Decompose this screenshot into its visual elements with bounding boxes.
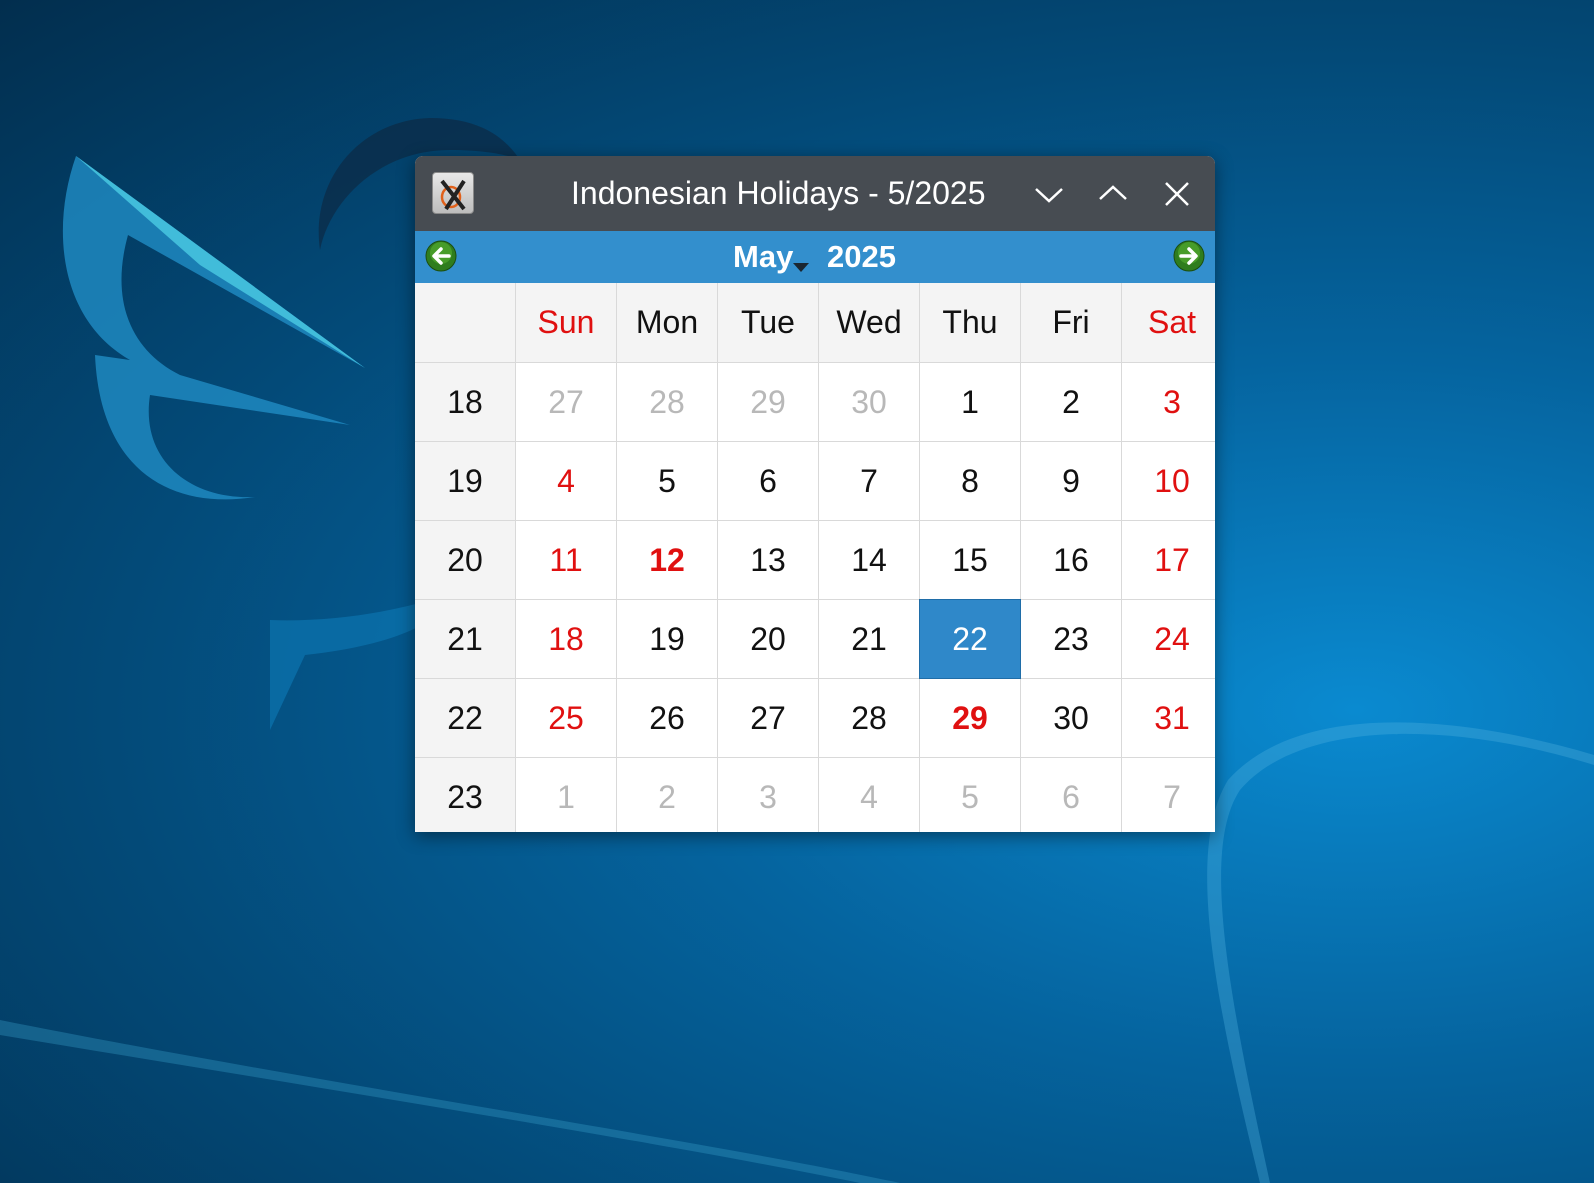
day-cell-other-month[interactable]: 28 xyxy=(617,363,717,441)
day-cell-holiday[interactable]: 12 xyxy=(617,521,717,599)
maximize-button[interactable] xyxy=(1093,174,1133,214)
day-cell[interactable]: 25 xyxy=(516,679,616,757)
day-cell[interactable]: 1 xyxy=(920,363,1020,441)
day-cell[interactable]: 4 xyxy=(516,442,616,520)
x-app-icon[interactable] xyxy=(432,172,474,214)
day-cell[interactable]: 8 xyxy=(920,442,1020,520)
close-icon xyxy=(1165,182,1189,206)
day-cell-other-month[interactable]: 27 xyxy=(516,363,616,441)
year-label[interactable]: 2025 xyxy=(827,231,896,283)
day-cell[interactable]: 26 xyxy=(617,679,717,757)
day-cell[interactable]: 27 xyxy=(718,679,818,757)
day-cell[interactable]: 28 xyxy=(819,679,919,757)
day-cell[interactable]: 10 xyxy=(1122,442,1215,520)
day-cell-other-month[interactable]: 7 xyxy=(1122,758,1215,832)
chevron-up-icon xyxy=(1099,185,1127,200)
day-cell[interactable]: 17 xyxy=(1122,521,1215,599)
day-cell[interactable]: 21 xyxy=(819,600,919,678)
day-cell-other-month[interactable]: 2 xyxy=(617,758,717,832)
week-number-header xyxy=(415,283,515,362)
day-cell[interactable]: 13 xyxy=(718,521,818,599)
weekday-header-fri: Fri xyxy=(1021,283,1121,362)
weekday-header-tue: Tue xyxy=(718,283,818,362)
day-cell-other-month[interactable]: 4 xyxy=(819,758,919,832)
arrow-left-circle-icon xyxy=(425,240,457,272)
day-cell[interactable]: 11 xyxy=(516,521,616,599)
weekday-header-thu: Thu xyxy=(920,283,1020,362)
month-dropdown[interactable]: May xyxy=(733,231,793,283)
day-cell[interactable]: 19 xyxy=(617,600,717,678)
day-cell[interactable]: 15 xyxy=(920,521,1020,599)
arrow-right-circle-icon xyxy=(1173,240,1205,272)
day-cell[interactable]: 18 xyxy=(516,600,616,678)
week-number: 18 xyxy=(415,363,515,441)
calendar-window: Indonesian Holidays - 5/2025 May 2025 Su… xyxy=(415,156,1215,832)
day-cell-other-month[interactable]: 3 xyxy=(718,758,818,832)
window-title: Indonesian Holidays - 5/2025 xyxy=(571,175,986,211)
day-cell[interactable]: 3 xyxy=(1122,363,1215,441)
day-cell[interactable]: 9 xyxy=(1021,442,1121,520)
day-cell[interactable]: 20 xyxy=(718,600,818,678)
day-cell-other-month[interactable]: 5 xyxy=(920,758,1020,832)
chevron-down-icon[interactable] xyxy=(793,263,809,272)
weekday-header-sat: Sat xyxy=(1122,283,1215,362)
day-cell[interactable]: 31 xyxy=(1122,679,1215,757)
day-cell[interactable]: 23 xyxy=(1021,600,1121,678)
day-cell-selected[interactable]: 22 xyxy=(919,599,1021,679)
day-cell[interactable]: 24 xyxy=(1122,600,1215,678)
day-cell[interactable]: 7 xyxy=(819,442,919,520)
day-cell-other-month[interactable]: 30 xyxy=(819,363,919,441)
weekday-header-mon: Mon xyxy=(617,283,717,362)
previous-month-button[interactable] xyxy=(425,240,457,272)
day-cell-other-month[interactable]: 1 xyxy=(516,758,616,832)
week-number: 21 xyxy=(415,600,515,678)
close-button[interactable] xyxy=(1157,174,1197,214)
month-navigation-bar: May 2025 xyxy=(415,231,1215,283)
title-bar[interactable]: Indonesian Holidays - 5/2025 xyxy=(415,156,1215,231)
day-cell-other-month[interactable]: 6 xyxy=(1021,758,1121,832)
weekday-header-wed: Wed xyxy=(819,283,919,362)
next-month-button[interactable] xyxy=(1173,240,1205,272)
chevron-down-icon xyxy=(1035,188,1063,203)
week-number: 22 xyxy=(415,679,515,757)
week-number: 19 xyxy=(415,442,515,520)
day-cell[interactable]: 16 xyxy=(1021,521,1121,599)
week-number: 23 xyxy=(415,758,515,832)
day-cell[interactable]: 5 xyxy=(617,442,717,520)
day-cell[interactable]: 6 xyxy=(718,442,818,520)
weekday-header-sun: Sun xyxy=(516,283,616,362)
desktop: Indonesian Holidays - 5/2025 May 2025 Su… xyxy=(0,0,1594,1183)
week-number: 20 xyxy=(415,521,515,599)
day-cell[interactable]: 2 xyxy=(1021,363,1121,441)
day-cell-holiday[interactable]: 29 xyxy=(920,679,1020,757)
minimize-button[interactable] xyxy=(1029,174,1069,214)
day-cell[interactable]: 14 xyxy=(819,521,919,599)
day-cell-other-month[interactable]: 29 xyxy=(718,363,818,441)
day-cell[interactable]: 30 xyxy=(1021,679,1121,757)
calendar-grid: Sun Mon Tue Wed Thu Fri Sat 18 27 28 29 30 1 2 3 19 4 5 6 7… xyxy=(415,283,1215,832)
